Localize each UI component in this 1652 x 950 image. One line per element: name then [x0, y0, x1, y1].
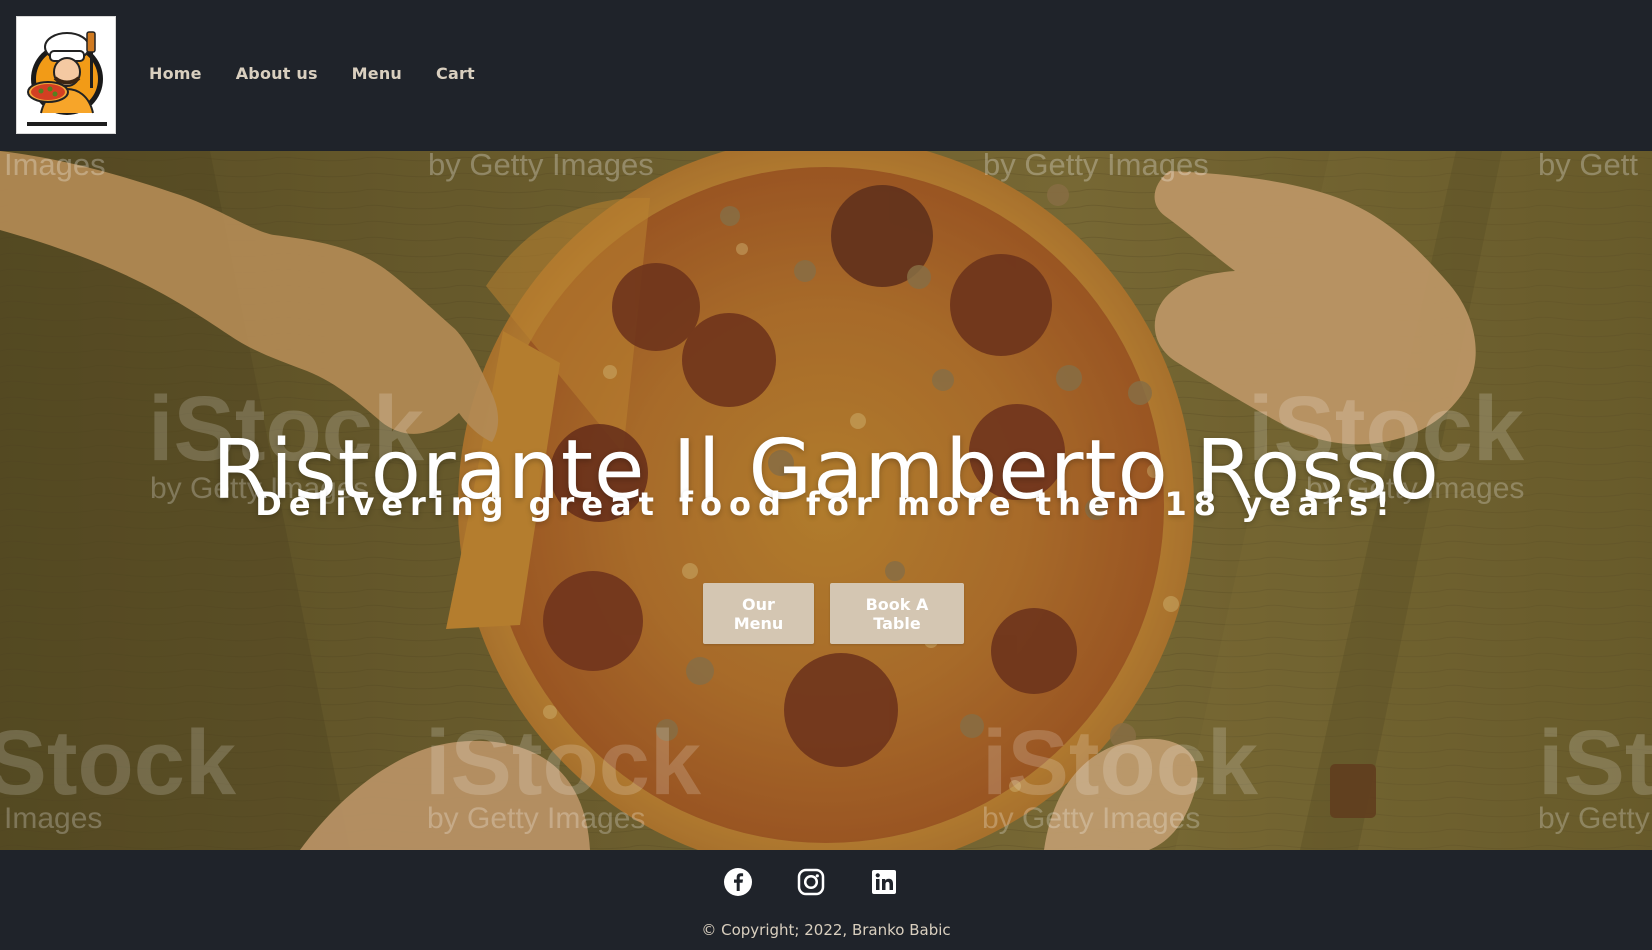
- facebook-link[interactable]: [723, 867, 753, 897]
- navbar: Home About us Menu Cart: [0, 0, 1652, 151]
- nav-home-link[interactable]: Home: [149, 64, 202, 83]
- hero-actions: Our Menu Book A Table: [703, 583, 964, 644]
- book-table-button[interactable]: Book A Table: [830, 583, 964, 644]
- linkedin-link[interactable]: [869, 867, 899, 897]
- instagram-link[interactable]: [796, 867, 826, 897]
- footer: © Copyright; 2022, Branko Babic: [0, 850, 1652, 950]
- social-links: [723, 867, 899, 897]
- hero-section: Images by Getty Images by Getty Images b…: [0, 151, 1652, 850]
- our-menu-button[interactable]: Our Menu: [703, 583, 814, 644]
- chef-pizza-logo-icon: [17, 17, 115, 133]
- page: Home About us Menu Cart Images by Getty …: [0, 0, 1652, 950]
- nav-cart-link[interactable]: Cart: [436, 64, 475, 83]
- copyright-text: © Copyright; 2022, Branko Babic: [701, 921, 951, 939]
- main-nav: Home About us Menu Cart: [149, 64, 475, 83]
- nav-menu-link[interactable]: Menu: [352, 64, 402, 83]
- nav-about-link[interactable]: About us: [236, 64, 318, 83]
- instagram-icon: [797, 868, 825, 896]
- hero-subtitle: Delivering great food for more then 18 y…: [255, 485, 1397, 523]
- facebook-icon: [724, 868, 752, 896]
- logo-link[interactable]: [16, 16, 116, 134]
- linkedin-icon: [872, 870, 896, 894]
